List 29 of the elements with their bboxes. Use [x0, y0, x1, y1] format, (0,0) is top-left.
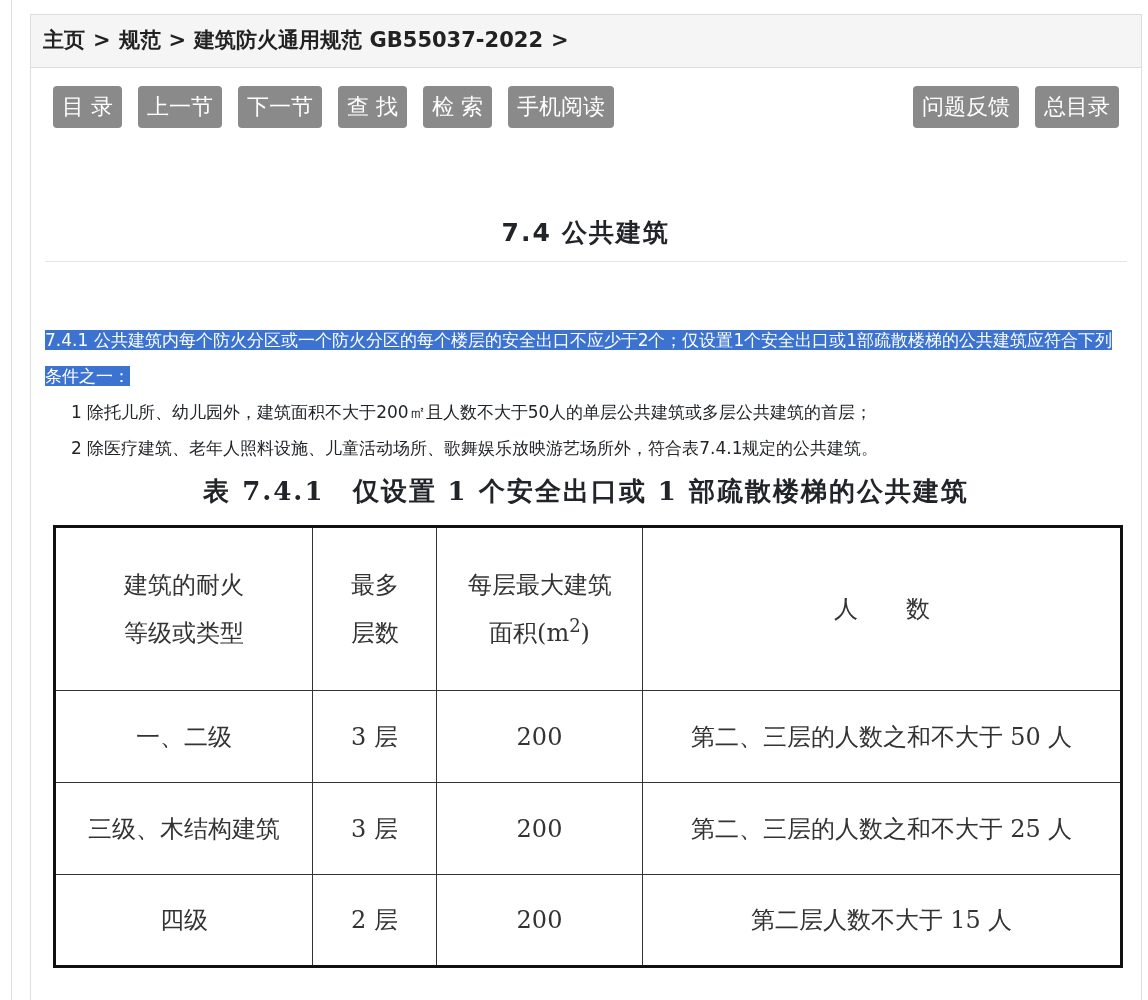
toolbar-button[interactable]: 总目录	[1035, 85, 1119, 128]
column-header: 人 数	[832, 594, 931, 625]
toolbar-button[interactable]: 问题反馈	[913, 85, 1019, 128]
table-caption: 表 7.4.1 仅设置 1 个安全出口或 1 部疏散楼梯的公共建筑	[202, 475, 970, 508]
table-cell: 200	[436, 782, 643, 875]
breadcrumb-link[interactable]: 建筑防火通用规范 GB55037-2022	[194, 25, 543, 57]
column-header: 最多层数	[350, 570, 399, 649]
paragraph: 1 除托儿所、幼儿园外，建筑面积不大于200㎡且人数不大于50人的单层公共建筑或多层公共建筑的首层；	[70, 401, 874, 424]
toolbar-button[interactable]: 手机阅读	[508, 85, 614, 128]
toolbar-button[interactable]: 查 找	[338, 85, 407, 128]
breadcrumb-link[interactable]: 主页	[43, 25, 85, 57]
breadcrumb-separator: >	[93, 27, 111, 54]
paragraph: 7.4.1 公共建筑内每个防火分区或一个防火分区的每个楼层的安全出口不应少于2个；仅设置1个安全出口或1部疏散楼梯的公共建筑应符合下列条件之一：	[45, 329, 1114, 388]
breadcrumb-separator: >	[168, 27, 187, 54]
column-header: 建筑的耐火等级或类型	[124, 570, 244, 649]
toolbar-button[interactable]: 下一节	[238, 85, 322, 128]
table-cell: 200	[436, 690, 643, 783]
section-title: 7.4 公共建筑	[45, 213, 1127, 262]
table-cell: 一、二级	[54, 690, 313, 783]
paragraph: 2 除医疗建筑、老年人照料设施、儿童活动场所、歌舞娱乐放映游艺场所外，符合表7.4.1规定的公共建筑。	[70, 437, 880, 460]
toolbar-button[interactable]: 上一节	[138, 85, 222, 128]
table-cell: 三级、木结构建筑	[54, 782, 313, 875]
breadcrumb-link[interactable]: 规范	[118, 25, 161, 57]
table-cell: 3 层	[312, 690, 437, 783]
column-header: 每层最大建筑面积(m$^{2}$)	[467, 570, 612, 649]
breadcrumb-separator: >	[551, 27, 569, 54]
toolbar-button[interactable]: 目 录	[53, 85, 122, 128]
table-cell: 3 层	[312, 782, 437, 875]
toolbar-button[interactable]: 检 索	[423, 85, 492, 128]
